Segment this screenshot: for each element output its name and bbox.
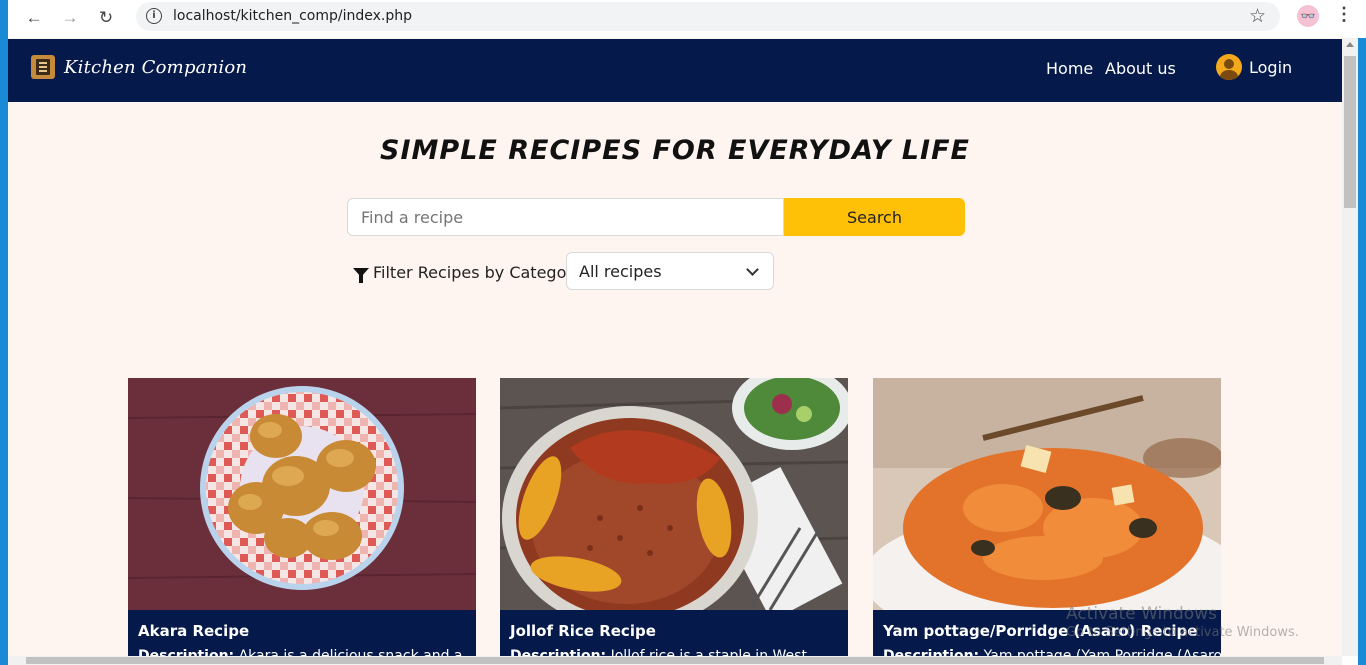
filter-label-text: Filter Recipes by Category — [373, 263, 583, 282]
recipe-card[interactable]: Akara Recipe Description: Akara is a del… — [128, 378, 476, 656]
filter-funnel-icon — [353, 268, 369, 283]
url-text: localhost/kitchen_comp/index.php — [173, 8, 413, 24]
browser-toolbar: ← → ↻ i localhost/kitchen_comp/index.php… — [0, 0, 1366, 38]
address-bar[interactable]: i localhost/kitchen_comp/index.php ☆ — [136, 2, 1280, 31]
recipe-book-icon — [31, 55, 55, 79]
category-select[interactable]: All recipes — [566, 252, 774, 290]
nav-link-about[interactable]: About us — [1105, 59, 1176, 78]
recipe-card-description: Description: Akara is a delicious snack … — [138, 648, 463, 656]
reload-icon[interactable]: ↻ — [94, 6, 118, 30]
vertical-scrollbar[interactable] — [1342, 38, 1358, 656]
page-title: SIMPLE RECIPES FOR EVERYDAY LIFE — [380, 135, 970, 166]
recipe-image-akara[interactable] — [128, 378, 476, 610]
recipe-image-jollof[interactable] — [500, 378, 848, 610]
page: Kitchen Companion Home About us Login SI… — [8, 38, 1342, 656]
recipe-card-title[interactable]: Jollof Rice Recipe — [510, 622, 656, 640]
watermark-line2: Go to Settings to activate Windows. — [1066, 625, 1299, 640]
forward-icon[interactable]: → — [58, 6, 82, 30]
window-border-right — [1358, 38, 1366, 665]
login-label: Login — [1249, 57, 1293, 77]
navbar: Kitchen Companion Home About us Login — [8, 39, 1342, 102]
horizontal-scrollbar-thumb[interactable] — [26, 657, 1324, 664]
windows-activation-watermark: Activate Windows Go to Settings to activ… — [1066, 604, 1299, 640]
recipe-card-title[interactable]: Akara Recipe — [138, 622, 249, 640]
vertical-scrollbar-thumb[interactable] — [1344, 56, 1356, 208]
login-link[interactable]: Login — [1216, 54, 1292, 80]
recipe-card-description: Description: Jollof rice is a staple in … — [510, 648, 807, 656]
recipe-card[interactable]: Jollof Rice Recipe Description: Jollof r… — [500, 378, 848, 656]
brand[interactable]: Kitchen Companion — [31, 55, 247, 79]
window-border-left — [0, 38, 8, 665]
yam-pottage-photo — [873, 378, 1221, 610]
horizontal-scrollbar[interactable] — [8, 656, 1342, 665]
user-icon — [1216, 54, 1242, 80]
brand-name: Kitchen Companion — [64, 56, 248, 78]
recipe-image-yam-pottage[interactable] — [873, 378, 1221, 610]
category-selected-value: All recipes — [579, 261, 662, 281]
site-info-icon[interactable]: i — [146, 8, 162, 24]
recipe-card-description: Description: Yam pottage (Yam Porridge (… — [883, 648, 1221, 656]
nav-link-home[interactable]: Home — [1046, 59, 1093, 78]
back-icon[interactable]: ← — [22, 6, 46, 30]
scroll-up-arrow-icon[interactable] — [1346, 42, 1354, 47]
browser-menu-icon[interactable]: ⋮ — [1334, 4, 1354, 28]
profile-avatar-icon[interactable]: 👓 — [1297, 5, 1319, 27]
search-button[interactable]: Search — [784, 198, 965, 236]
filter-label: Filter Recipes by Category — [353, 263, 583, 283]
chevron-down-icon — [746, 263, 759, 276]
jollof-photo — [500, 378, 848, 610]
bookmark-star-icon[interactable]: ☆ — [1249, 5, 1266, 28]
akara-photo — [128, 378, 476, 610]
watermark-line1: Activate Windows — [1066, 604, 1217, 624]
search-input[interactable] — [347, 198, 784, 236]
